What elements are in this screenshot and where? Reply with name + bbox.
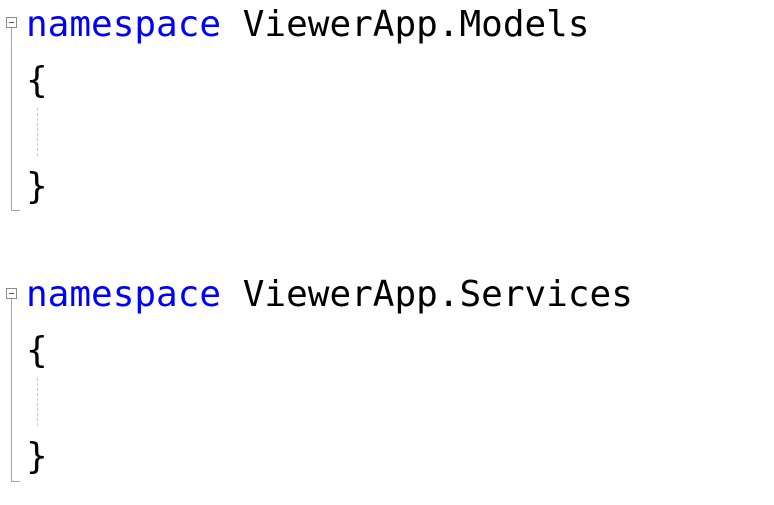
namespace-declaration[interactable]: namespace ViewerApp.Models bbox=[26, 0, 590, 50]
code-editor[interactable]: namespace ViewerApp.Models { } namespace… bbox=[0, 0, 774, 505]
namespace-name: ViewerApp.Services bbox=[221, 274, 633, 315]
fold-end-marker bbox=[11, 481, 20, 482]
namespace-keyword: namespace bbox=[26, 4, 222, 45]
namespace-keyword: namespace bbox=[26, 274, 222, 315]
close-brace[interactable]: } bbox=[26, 432, 48, 482]
indent-guide bbox=[37, 378, 38, 426]
indent-guide bbox=[37, 108, 38, 156]
namespace-declaration[interactable]: namespace ViewerApp.Services bbox=[26, 270, 633, 320]
open-brace[interactable]: { bbox=[26, 56, 48, 106]
open-brace[interactable]: { bbox=[26, 326, 48, 376]
close-brace[interactable]: } bbox=[26, 162, 48, 212]
collapse-toggle-icon[interactable] bbox=[6, 288, 17, 299]
fold-guide-line bbox=[11, 28, 12, 211]
fold-end-marker bbox=[11, 210, 20, 211]
namespace-name: ViewerApp.Models bbox=[221, 4, 590, 45]
collapse-toggle-icon[interactable] bbox=[6, 17, 17, 28]
fold-guide-line bbox=[11, 299, 12, 482]
